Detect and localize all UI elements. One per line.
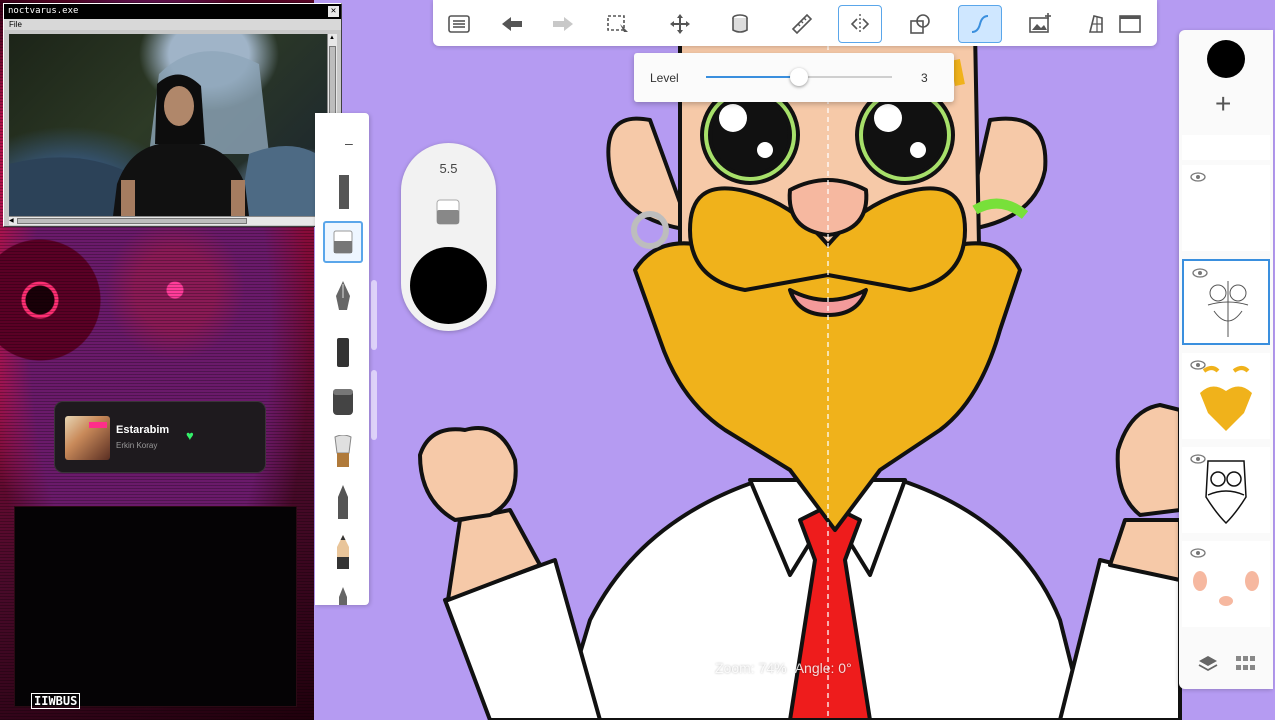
window-menubar: File — [4, 19, 341, 30]
move-icon — [670, 14, 690, 34]
add-image-button[interactable] — [1018, 5, 1062, 43]
brush-airbrush[interactable] — [323, 381, 363, 423]
desktop-logo: IIWBUS — [31, 693, 81, 709]
close-icon[interactable]: ✕ — [328, 6, 339, 17]
shapes-button[interactable] — [898, 5, 942, 43]
shapes-icon — [910, 14, 930, 34]
level-knob[interactable] — [790, 68, 808, 86]
marker-icon — [337, 338, 349, 367]
file-menu[interactable]: File — [9, 20, 22, 29]
select-rect-icon — [607, 15, 628, 32]
top-toolbar — [433, 0, 1157, 46]
level-value: 3 — [921, 71, 928, 85]
eraser-icon — [436, 199, 460, 225]
retro-window[interactable]: noctvarus.exe ✕ File ▲ ▼ ◀ ▶ — [3, 3, 342, 227]
game-scene — [9, 51, 330, 216]
add-image-icon — [1029, 13, 1051, 33]
list-icon — [448, 15, 470, 33]
grid-icon[interactable] — [1235, 654, 1257, 674]
brush-pencil-top[interactable] — [323, 171, 363, 213]
zoom-angle-readout: Zoom: 74% Angle: 0° — [715, 660, 857, 676]
layer-thumbnail — [1207, 281, 1249, 337]
track-artist: Erkin Koray — [116, 441, 158, 450]
window-titlebar[interactable]: noctvarus.exe ✕ — [4, 4, 341, 19]
track-title: Estarabim — [116, 424, 170, 436]
album-cover — [65, 416, 110, 460]
fineliner-icon — [339, 587, 347, 605]
airbrush-icon — [333, 389, 353, 415]
fill-button[interactable] — [718, 5, 762, 43]
layers-stack-icon[interactable] — [1197, 653, 1219, 675]
brush-size[interactable]: 5.5 — [401, 161, 496, 176]
paintbrush-icon — [334, 435, 352, 467]
undo-arrow-icon — [502, 17, 522, 31]
transform-button[interactable] — [658, 5, 702, 43]
fullscreen-button[interactable] — [1108, 5, 1152, 43]
level-fill — [706, 76, 799, 78]
brush-fine[interactable] — [323, 579, 363, 605]
character-illustration — [418, 28, 1182, 720]
current-color-swatch[interactable] — [1207, 40, 1245, 78]
symmetry-icon — [850, 14, 870, 34]
curve-stroke-icon — [971, 15, 989, 33]
collapse-icon[interactable]: – — [345, 135, 353, 151]
brush-color-swatch[interactable] — [410, 247, 487, 324]
eraser-icon — [333, 230, 353, 254]
symmetry-button[interactable] — [838, 5, 882, 43]
layer-panel-footer — [1179, 647, 1273, 683]
bucket-icon — [732, 14, 748, 33]
layer-item-lineart[interactable] — [1182, 447, 1270, 533]
zoom-readout: Zoom: 74% — [715, 660, 787, 676]
brush-pen[interactable] — [323, 276, 363, 318]
layer-item-skin[interactable] — [1182, 541, 1270, 627]
perspective-icon — [1088, 15, 1103, 33]
ruler-icon — [791, 13, 813, 35]
ruler-button[interactable] — [780, 5, 824, 43]
add-layer-button[interactable]: + — [1215, 90, 1231, 118]
heart-icon[interactable]: ♥ — [186, 428, 194, 443]
menu-list-button[interactable] — [437, 5, 481, 43]
window-title: noctvarus.exe — [8, 6, 79, 16]
brush-eraser[interactable] — [323, 221, 363, 263]
selection-button[interactable] — [596, 5, 640, 43]
panel-scroll-handle-2[interactable] — [371, 370, 377, 440]
undo-button[interactable] — [490, 5, 534, 43]
brush-graphite[interactable] — [323, 531, 363, 573]
fountain-pen-icon — [336, 281, 350, 310]
level-slider-popup: Level 3 — [634, 53, 954, 102]
brush-puck[interactable]: 5.5 — [401, 143, 496, 331]
graphite-pencil-icon — [337, 535, 349, 569]
music-widget[interactable]: Estarabim Erkin Koray ♥ — [55, 402, 265, 472]
level-label: Level — [650, 71, 679, 85]
drawing-canvas[interactable] — [314, 0, 1275, 720]
hscroll-thumb[interactable] — [17, 218, 247, 224]
brush-library: – — [315, 113, 369, 605]
layer-item-beard[interactable] — [1182, 353, 1270, 439]
redo-button[interactable] — [541, 5, 585, 43]
ink-pen-icon — [338, 485, 348, 519]
stroke-button[interactable] — [958, 5, 1002, 43]
layer-panel: + — [1179, 30, 1273, 689]
layer-thumbnail — [1205, 460, 1247, 525]
layer-thumbnail — [1200, 366, 1252, 431]
level-slider[interactable] — [706, 68, 892, 86]
layer-slot — [1182, 135, 1270, 160]
layer-thumbnail — [1193, 571, 1259, 606]
pencil-icon — [339, 175, 349, 209]
black-panel — [14, 506, 297, 707]
window-icon — [1119, 15, 1141, 33]
layer-item-blank[interactable] — [1182, 165, 1270, 251]
brush-paintbrush[interactable] — [323, 431, 363, 473]
brush-marker[interactable] — [323, 331, 363, 373]
redo-arrow-icon — [553, 17, 573, 31]
brush-inkpen[interactable] — [323, 481, 363, 523]
game-viewport[interactable] — [9, 34, 330, 216]
eye-icon[interactable] — [1190, 171, 1206, 183]
layer-item-sketch[interactable] — [1182, 259, 1270, 345]
panel-scroll-handle[interactable] — [371, 280, 377, 350]
horizontal-scrollbar[interactable]: ◀ ▶ — [9, 216, 330, 225]
angle-readout: Angle: 0° — [794, 660, 852, 676]
